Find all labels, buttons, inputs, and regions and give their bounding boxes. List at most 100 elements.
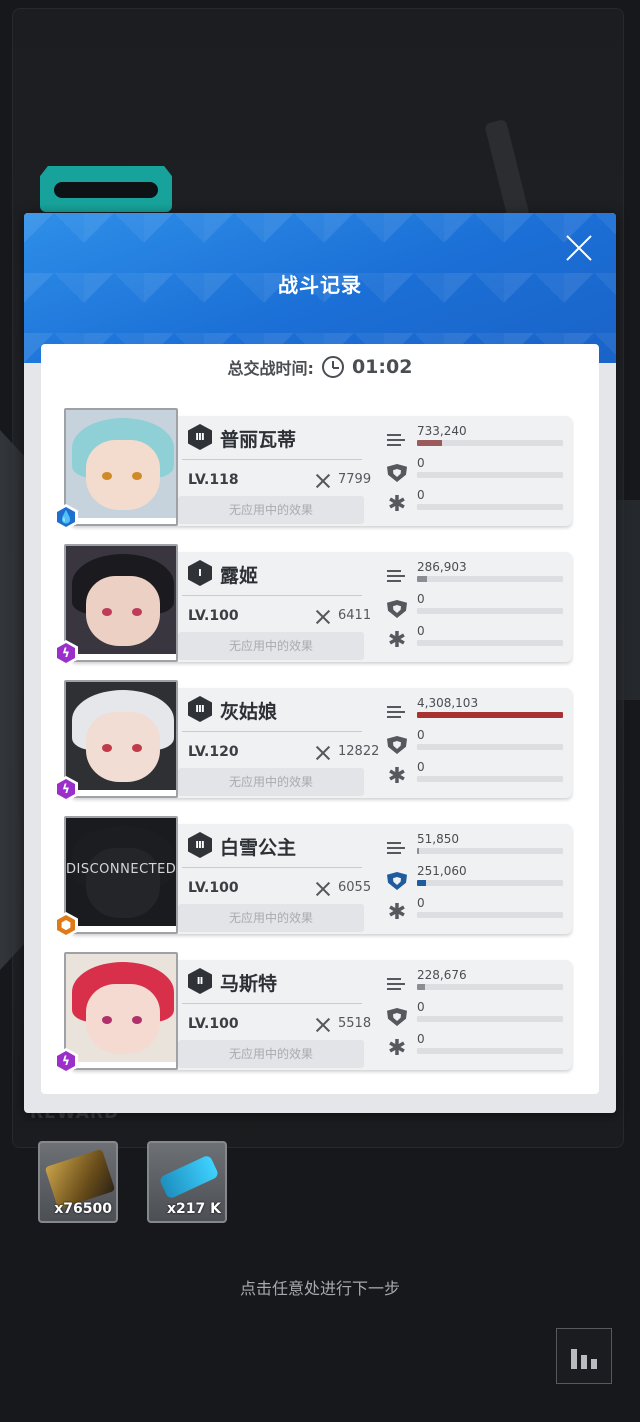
stat-heal-value: 0: [417, 896, 425, 910]
portrait-eye: [132, 608, 142, 616]
stat-heal: ✱ 0: [387, 896, 563, 926]
reward-qty: x76500: [54, 1201, 112, 1217]
stat-damage-value: 51,850: [417, 832, 459, 846]
stat-heal-bar: [417, 1048, 563, 1054]
stat-damage-fill: [417, 576, 428, 582]
character-level: LV.100: [188, 608, 239, 624]
stat-shield: 0: [387, 456, 563, 486]
character-name: 灰姑娘: [220, 701, 278, 723]
stat-heal: ✱ 0: [387, 760, 563, 790]
character-level: LV.118: [188, 472, 239, 488]
stat-damage-bar: [417, 984, 563, 990]
stat-heal-bar: [417, 504, 563, 510]
close-icon[interactable]: [562, 231, 596, 265]
stat-shield-bar: [417, 744, 563, 750]
stat-damage-fill: [417, 984, 425, 990]
stat-shield: 0: [387, 592, 563, 622]
reward-qty: x217 K: [167, 1201, 221, 1217]
damage-icon: [387, 976, 407, 994]
character-row[interactable]: ϟ Ⅱ 马斯特 LV.100 5518 无应用中的效果 228,676 0 ✱ …: [54, 952, 576, 1076]
bar-chart-icon: [571, 1349, 577, 1369]
stat-damage-value: 228,676: [417, 968, 467, 982]
shield-icon: [387, 464, 407, 482]
character-name: 马斯特: [220, 973, 278, 995]
stat-damage-fill: [417, 440, 442, 446]
character-row[interactable]: ϟ Ⅲ 灰姑娘 LV.120 12822 无应用中的效果 4,308,103 0…: [54, 680, 576, 804]
stat-damage: 286,903: [387, 560, 563, 590]
character-portrait[interactable]: [64, 544, 178, 662]
stat-heal-bar: [417, 776, 563, 782]
reward-item-usb[interactable]: x217 K: [147, 1141, 227, 1223]
stat-heal: ✱ 0: [387, 1032, 563, 1062]
combat-power-value: 12822: [338, 744, 380, 759]
stat-damage: 51,850: [387, 832, 563, 862]
bar-chart-icon-bar: [591, 1359, 597, 1369]
stat-heal: ✱ 0: [387, 624, 563, 654]
portrait-eye: [132, 744, 142, 752]
portrait-eye: [102, 744, 112, 752]
modal-title: 战斗记录: [278, 273, 362, 297]
heal-icon: ✱: [387, 628, 407, 653]
effect-status: 无应用中的效果: [178, 496, 364, 524]
stat-shield-value: 251,060: [417, 864, 467, 878]
stat-shield-bar: [417, 472, 563, 478]
reward-item-credit[interactable]: x76500: [38, 1141, 118, 1223]
total-time-value: 01:02: [351, 356, 413, 378]
stat-heal-value: 0: [417, 488, 425, 502]
character-row[interactable]: DISCONNECTED ⬢ Ⅲ 白雪公主 LV.100 6055 无应用中的效…: [54, 816, 576, 940]
stat-damage-fill: [417, 848, 419, 854]
portrait-base: [66, 654, 176, 660]
portrait-eye: [132, 1016, 142, 1024]
portrait-eye: [102, 1016, 112, 1024]
stat-damage: 4,308,103: [387, 696, 563, 726]
character-row[interactable]: ϟ Ⅰ 露姬 LV.100 6411 无应用中的效果 286,903 0 ✱ 0: [54, 544, 576, 668]
divider: [182, 459, 362, 460]
heal-icon: ✱: [387, 900, 407, 925]
battle-tab-indicator: [40, 166, 172, 212]
combat-power-value: 6411: [338, 608, 372, 623]
portrait-eye: [102, 472, 112, 480]
character-portrait[interactable]: [64, 408, 178, 526]
combat-power-value: 7799: [338, 472, 372, 487]
character-name: 普丽瓦蒂: [220, 429, 297, 451]
character-portrait[interactable]: [64, 952, 178, 1070]
statistics-button[interactable]: [556, 1328, 612, 1384]
portrait-face: [86, 440, 160, 510]
character-name: 白雪公主: [220, 837, 297, 859]
combat-power-value: 6055: [338, 880, 372, 895]
portrait-base: [66, 926, 176, 932]
continue-hint[interactable]: 点击任意处进行下一步: [0, 1275, 640, 1299]
combat-power-icon: [314, 744, 332, 762]
stat-shield-value: 0: [417, 728, 425, 742]
character-row[interactable]: 💧 Ⅲ 普丽瓦蒂 LV.118 7799 无应用中的效果 733,240 0 ✱…: [54, 408, 576, 532]
divider: [182, 1003, 362, 1004]
portrait-eye: [102, 880, 112, 888]
stat-shield-value: 0: [417, 456, 425, 470]
stat-damage: 733,240: [387, 424, 563, 454]
portrait-eye: [102, 608, 112, 616]
stat-shield-value: 0: [417, 592, 425, 606]
portrait-eye: [132, 472, 142, 480]
stat-heal: ✱ 0: [387, 488, 563, 518]
combat-power-icon: [314, 880, 332, 898]
combat-power-icon: [314, 608, 332, 626]
portrait-base: [66, 518, 176, 524]
character-portrait[interactable]: DISCONNECTED: [64, 816, 178, 934]
stat-damage-value: 286,903: [417, 560, 467, 574]
stat-shield-bar: [417, 880, 563, 886]
shield-icon: [387, 872, 407, 890]
stat-damage: 228,676: [387, 968, 563, 998]
combat-power-icon: [314, 1016, 332, 1034]
modal-header: 战斗记录: [24, 213, 616, 363]
divider: [182, 731, 362, 732]
shield-icon: [387, 600, 407, 618]
character-portrait[interactable]: [64, 680, 178, 798]
battle-record-modal: 战斗记录 总交战时间: 01:02 💧 Ⅲ 普丽瓦蒂 LV.118 7799 无…: [24, 213, 616, 1113]
stat-damage-value: 4,308,103: [417, 696, 479, 710]
stat-damage-bar: [417, 440, 563, 446]
effect-status: 无应用中的效果: [178, 632, 364, 660]
stat-shield-bar: [417, 1016, 563, 1022]
total-time-label: 总交战时间:: [227, 359, 314, 378]
stat-damage-bar: [417, 712, 563, 718]
divider: [182, 595, 362, 596]
